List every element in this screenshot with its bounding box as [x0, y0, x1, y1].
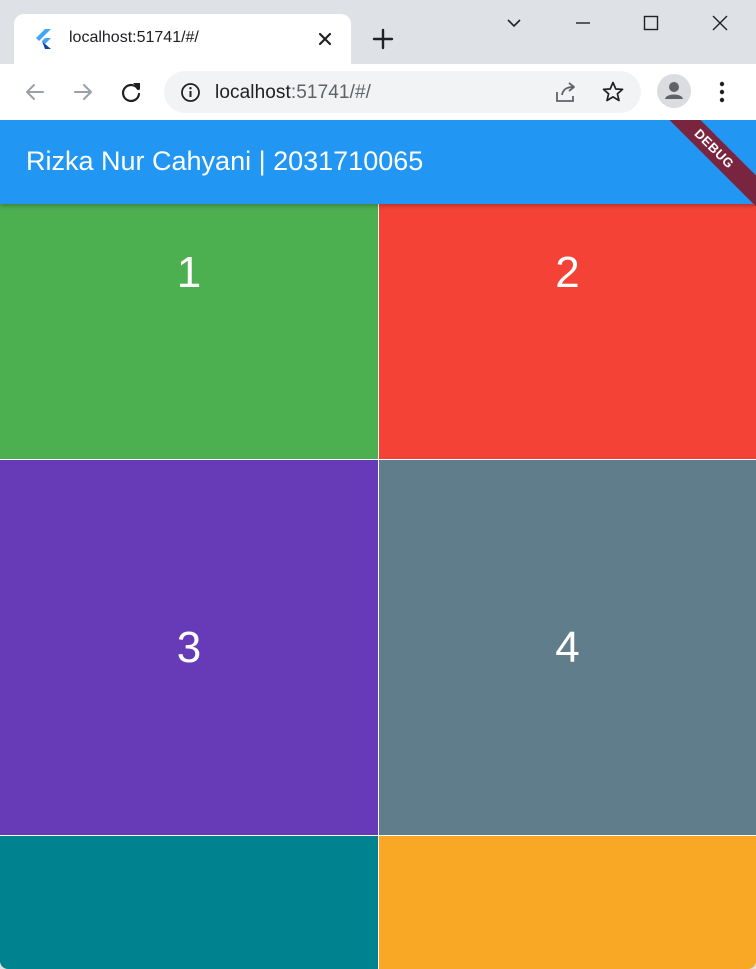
tile-label: 3	[176, 622, 202, 672]
grid-tile-6	[379, 836, 756, 969]
flutter-app: Rizka Nur Cahyani | 2031710065 DEBUG 1 2…	[0, 120, 756, 969]
site-info-icon[interactable]	[180, 82, 201, 103]
reload-icon[interactable]	[117, 78, 145, 106]
flutter-logo-icon	[36, 29, 51, 49]
forward-arrow-icon[interactable]	[69, 78, 97, 106]
new-tab-icon[interactable]	[370, 26, 396, 52]
tile-label: 4	[555, 622, 580, 672]
tab-title: localhost:51741/#/	[69, 29, 199, 46]
url-text: localhost:51741/#/	[215, 82, 371, 104]
url-path: :51741/#/	[290, 82, 372, 103]
app-bar-title: Rizka Nur Cahyani | 2031710065	[26, 146, 424, 176]
url-host: localhost	[215, 82, 291, 103]
grid-tile-2: 2	[379, 204, 756, 459]
tile-label: 2	[555, 248, 580, 297]
share-icon[interactable]	[553, 80, 579, 104]
profile-person-icon	[665, 82, 683, 99]
back-arrow-icon[interactable]	[21, 78, 49, 106]
tile-label: 1	[176, 248, 202, 297]
maximize-icon[interactable]	[636, 8, 666, 38]
browser-tab[interactable]: localhost:51741/#/	[14, 14, 351, 64]
tab-search-chevron-icon[interactable]	[499, 8, 529, 38]
minimize-icon[interactable]	[568, 8, 598, 38]
profile-avatar[interactable]	[657, 74, 691, 108]
grid-tile-4: 4	[379, 460, 756, 835]
tab-strip: localhost:51741/#/	[0, 0, 756, 64]
grid-tile-1: 1	[0, 204, 378, 459]
address-bar[interactable]: localhost:51741/#/	[164, 71, 641, 113]
browser-window: localhost:51741/#/ localhost:51741/#/ Ri…	[0, 0, 756, 969]
close-tab-icon[interactable]	[314, 28, 336, 50]
app-bar: Rizka Nur Cahyani | 2031710065	[0, 120, 756, 204]
bookmark-star-icon[interactable]	[601, 80, 625, 104]
browser-toolbar: localhost:51741/#/	[0, 64, 756, 120]
grid-tile-3: 3	[0, 460, 378, 835]
browser-menu-icon[interactable]	[708, 78, 736, 106]
close-window-icon[interactable]	[705, 8, 735, 38]
grid-tile-5	[0, 836, 378, 969]
